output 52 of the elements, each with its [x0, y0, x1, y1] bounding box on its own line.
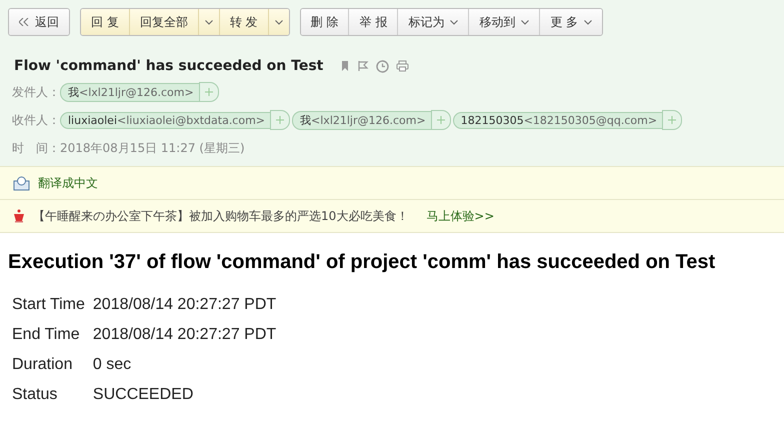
menu-button[interactable]: 更 多: [539, 9, 602, 35]
add-contact-button[interactable]: [430, 110, 451, 130]
translate-icon: [13, 176, 30, 190]
plus-icon: [436, 116, 445, 124]
toolbar-button[interactable]: 回 复: [81, 9, 129, 35]
back-button[interactable]: 返回: [9, 9, 69, 35]
dropdown-button[interactable]: [198, 9, 219, 35]
plus-icon: [276, 116, 284, 124]
field-value: 0 sec: [92, 355, 132, 375]
add-contact-button[interactable]: [198, 82, 219, 102]
plus-icon: [668, 116, 676, 124]
caret-icon: [274, 20, 283, 24]
field-label: End Time: [11, 325, 81, 345]
field-label: 时 间：: [12, 140, 60, 156]
print-icon[interactable]: [396, 60, 410, 72]
toolbar-button[interactable]: 删 除: [300, 9, 348, 35]
toolbar-button[interactable]: 举 报: [348, 9, 398, 35]
field-value: 2018/08/14 20:27:27 PDT: [92, 325, 278, 345]
sent-time: 2018年08月15日 11:27 (星期三): [60, 140, 245, 156]
toolbar-button[interactable]: 转 发: [218, 9, 268, 35]
plus-icon: [204, 88, 213, 96]
contact-chip[interactable]: 我<lxl21ljr@126.com>: [60, 82, 199, 102]
bookmark-icon[interactable]: [340, 60, 350, 72]
toolbar-button[interactable]: 回复全部: [128, 9, 198, 35]
contact-chip[interactable]: 我<lxl21ljr@126.com>: [292, 110, 431, 130]
translate-link[interactable]: 翻译成中文: [38, 174, 98, 192]
menu-button[interactable]: 标记为: [397, 9, 468, 35]
caret-icon: [521, 20, 530, 24]
clock-icon[interactable]: [376, 60, 390, 72]
promo-link[interactable]: 马上体验>>: [426, 208, 494, 224]
field-label: Start Time: [11, 295, 86, 315]
double-chevron-icon: [19, 18, 29, 26]
field-value: 2018/08/14 20:27:27 PDT: [92, 295, 278, 315]
menu-button[interactable]: 移动到: [468, 9, 540, 35]
add-contact-button[interactable]: [270, 110, 290, 130]
field-label: Duration: [11, 355, 74, 375]
teacup-icon: [13, 209, 25, 223]
message-heading: Execution '37' of flow 'command' of project 'comm' has succeeded on Test: [8, 251, 716, 274]
dropdown-button[interactable]: [268, 9, 289, 35]
contact-chip[interactable]: 182150305<182150305@qq.com>: [452, 112, 662, 128]
field-label: 发件人：: [12, 84, 60, 100]
caret-icon: [584, 20, 592, 24]
promo-text: 【午睡醒来の办公室下午茶】被加入购物车最多的严选10大必吃美食！: [33, 208, 408, 224]
field-value: SUCCEEDED: [92, 385, 194, 405]
flag-icon[interactable]: [357, 60, 370, 72]
email-subject: Flow 'command' has succeeded on Test: [14, 58, 324, 74]
field-label: Status: [11, 385, 58, 405]
caret-icon: [204, 20, 213, 24]
add-contact-button[interactable]: [662, 110, 682, 130]
field-label: 收件人：: [12, 112, 60, 128]
contact-chip[interactable]: liuxiaolei<liuxiaolei@bxtdata.com>: [60, 112, 270, 128]
caret-icon: [450, 20, 458, 24]
